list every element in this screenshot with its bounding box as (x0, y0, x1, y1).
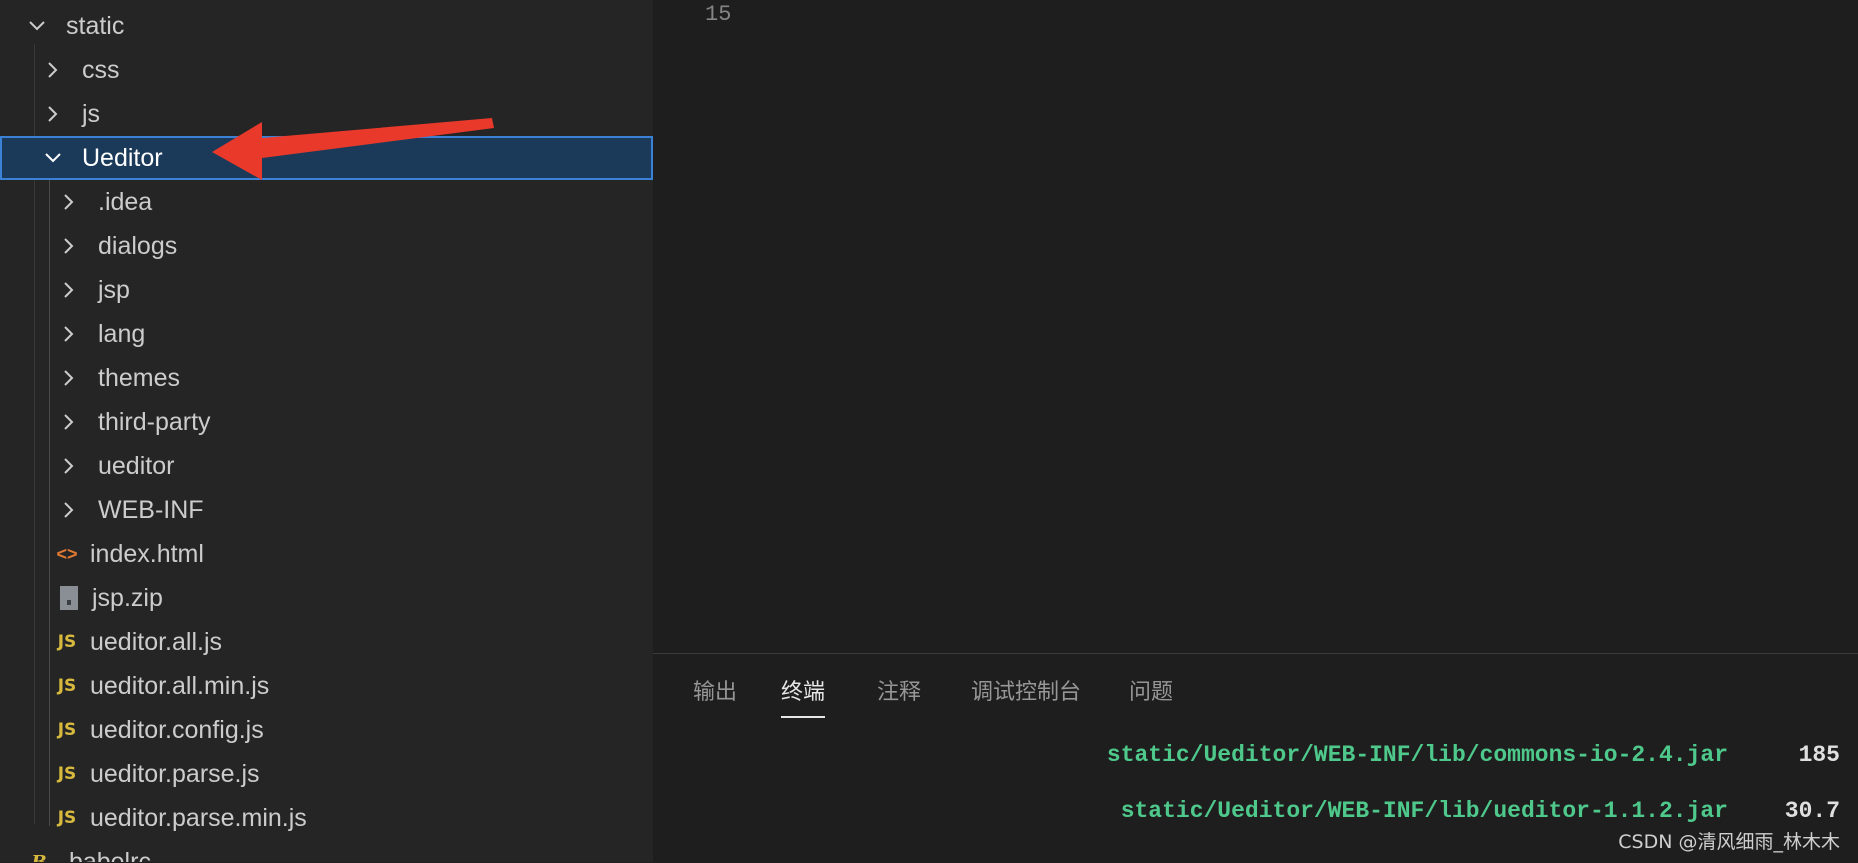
tree-item-label: lang (98, 319, 146, 348)
terminal-size: 185 (1799, 742, 1840, 768)
chevron-right-icon (58, 455, 80, 477)
terminal-size-value: 185 (1798, 742, 1840, 768)
tree-item-label: Ueditor (82, 143, 163, 172)
explorer-sidebar: static css js Ueditor .idea dialogs jsp … (0, 0, 653, 862)
chevron-right-icon (42, 103, 64, 125)
chevron-right-icon (58, 499, 80, 521)
terminal-size: 30.7 (1785, 798, 1840, 824)
tab-comments[interactable]: 注释 (877, 674, 921, 716)
babel-file-icon: B (31, 851, 47, 863)
tree-item-label: ueditor.all.min.js (90, 671, 270, 700)
js-file-icon: JS (57, 764, 77, 784)
chevron-right-icon (58, 235, 80, 257)
terminal-size-value: 30.7 (1784, 798, 1840, 824)
tree-item-ueditor-config-js[interactable]: JS ueditor.config.js (0, 708, 653, 752)
editor-area[interactable]: 15 (653, 0, 1858, 653)
terminal-path: static/Ueditor/WEB-INF/lib/commons-io-2.… (1106, 742, 1728, 768)
js-file-icon: JS (57, 676, 77, 696)
js-file-icon: JS (57, 632, 77, 652)
tree-item-label: static (66, 11, 125, 40)
tree-item-ueditor-all-js[interactable]: JS ueditor.all.js (0, 620, 653, 664)
tree-item-third-party[interactable]: third-party (0, 400, 653, 444)
tree-item-web-inf[interactable]: WEB-INF (0, 488, 653, 532)
tree-item-label: index.html (90, 539, 204, 568)
tree-item-ueditor-parse-min-js[interactable]: JS ueditor.parse.min.js (0, 796, 653, 840)
tree-item-static[interactable]: static (0, 4, 653, 48)
tree-item-ueditor-selected[interactable]: Ueditor (0, 136, 653, 180)
tree-item-label: third-party (98, 407, 211, 436)
tree-item-label: WEB-INF (98, 495, 204, 524)
chevron-right-icon (58, 191, 80, 213)
tree-item-jsp-zip[interactable]: jsp.zip (0, 576, 653, 620)
tab-terminal[interactable]: 终端 (781, 674, 826, 718)
panel-tabs: 输出 终端 注释 调试控制台 问题 (653, 654, 1858, 718)
tab-debug-console[interactable]: 调试控制台 (971, 674, 1081, 716)
tree-item-idea[interactable]: .idea (0, 180, 653, 224)
tree-item-label: .idea (98, 187, 153, 216)
tree-item-index-html[interactable]: <> index.html (0, 532, 653, 576)
chevron-right-icon (58, 411, 80, 433)
terminal-path: static/Ueditor/WEB-INF/lib/ueditor-1.1.2… (1120, 798, 1728, 824)
tree-item-js[interactable]: js (0, 92, 653, 136)
tree-item-ueditor-parse-js[interactable]: JS ueditor.parse.js (0, 752, 653, 796)
terminal-line: static/Ueditor/WEB-INF/lib/commons-io-2.… (1107, 742, 1728, 768)
terminal-line: static/Ueditor/WEB-INF/lib/ueditor-1.1.2… (1121, 798, 1728, 824)
tree-item-label: .babelrc (62, 847, 151, 863)
tab-problems[interactable]: 问题 (1129, 674, 1173, 716)
html-file-icon: <> (56, 543, 78, 564)
chevron-right-icon (58, 367, 80, 389)
tree-item-label: ueditor.config.js (90, 715, 264, 744)
line-number: 15 (705, 2, 732, 27)
chevron-down-icon (42, 147, 64, 169)
tree-item-label: jsp (98, 275, 130, 304)
tree-item-label: jsp.zip (92, 583, 163, 612)
tree-item-ueditor-folder[interactable]: ueditor (0, 444, 653, 488)
tree-item-jsp[interactable]: jsp (0, 268, 653, 312)
tree-item-ueditor-all-min-js[interactable]: JS ueditor.all.min.js (0, 664, 653, 708)
chevron-right-icon (42, 59, 64, 81)
chevron-right-icon (58, 323, 80, 345)
tree-item-label: css (82, 55, 120, 84)
watermark: CSDN @清风细雨_林木木 (1618, 831, 1840, 853)
tree-item-label: ueditor (98, 451, 175, 480)
zip-file-icon (56, 585, 82, 611)
tree-item-babelrc[interactable]: B .babelrc (0, 840, 653, 863)
tree-item-dialogs[interactable]: dialogs (0, 224, 653, 268)
tree-item-label: ueditor.parse.min.js (90, 803, 307, 832)
tree-item-label: dialogs (98, 231, 178, 260)
chevron-right-icon (58, 279, 80, 301)
tree-item-lang[interactable]: lang (0, 312, 653, 356)
chevron-down-icon (26, 15, 48, 37)
tab-output[interactable]: 输出 (693, 674, 737, 716)
tree-item-themes[interactable]: themes (0, 356, 653, 400)
tree-item-label: themes (98, 363, 180, 392)
js-file-icon: JS (57, 720, 77, 740)
js-file-icon: JS (57, 808, 77, 828)
tree-item-label: ueditor.all.js (90, 627, 223, 656)
tree-item-label: js (82, 99, 101, 128)
tree-item-label: ueditor.parse.js (90, 759, 260, 788)
tree-item-css[interactable]: css (0, 48, 653, 92)
